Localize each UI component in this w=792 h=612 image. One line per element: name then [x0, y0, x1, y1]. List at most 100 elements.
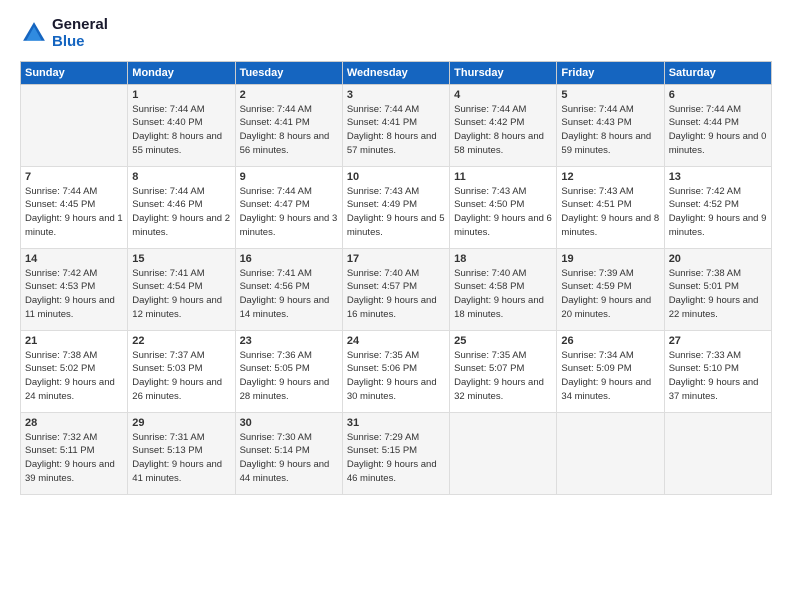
day-cell: 30 Sunrise: 7:30 AMSunset: 5:14 PMDayligh… [235, 412, 342, 494]
day-number: 12 [561, 171, 659, 183]
day-cell: 24Sunrise: 7:35 AMSunset: 5:06 PMDayligh… [342, 330, 449, 412]
day-cell: 14 Sunrise: 7:42 AMSunset: 4:53 PMDayligh… [21, 248, 128, 330]
day-number: 22 [132, 335, 230, 347]
col-header-monday: Monday [128, 61, 235, 84]
day-number: 2 [240, 89, 338, 101]
col-header-tuesday: Tuesday [235, 61, 342, 84]
day-info: Sunrise: 7:44 AMSunset: 4:43 PMDaylight:… [561, 103, 659, 158]
day-number: 29 [132, 417, 230, 429]
logo: General Blue [20, 16, 108, 51]
day-cell: 29 Sunrise: 7:31 AMSunset: 5:13 PMDayligh… [128, 412, 235, 494]
day-cell: 12 Sunrise: 7:43 AMSunset: 4:51 PMDayligh… [557, 166, 664, 248]
day-info: Sunrise: 7:40 AMSunset: 4:58 PMDaylight:… [454, 267, 552, 322]
day-number: 23 [240, 335, 338, 347]
day-info: Sunrise: 7:41 AMSunset: 4:54 PMDaylight:… [132, 267, 230, 322]
header-row: SundayMondayTuesdayWednesdayThursdayFrid… [21, 61, 772, 84]
week-row-3: 14 Sunrise: 7:42 AMSunset: 4:53 PMDayligh… [21, 248, 772, 330]
week-row-4: 21Sunrise: 7:38 AMSunset: 5:02 PMDayligh… [21, 330, 772, 412]
day-cell: 10Sunrise: 7:43 AMSunset: 4:49 PMDayligh… [342, 166, 449, 248]
day-cell: 26 Sunrise: 7:34 AMSunset: 5:09 PMDayligh… [557, 330, 664, 412]
day-cell: 8Sunrise: 7:44 AMSunset: 4:46 PMDaylight… [128, 166, 235, 248]
day-number: 26 [561, 335, 659, 347]
day-number: 11 [454, 171, 552, 183]
day-number: 30 [240, 417, 338, 429]
day-cell: 25Sunrise: 7:35 AMSunset: 5:07 PMDayligh… [450, 330, 557, 412]
col-header-wednesday: Wednesday [342, 61, 449, 84]
day-info: Sunrise: 7:36 AMSunset: 5:05 PMDaylight:… [240, 349, 338, 404]
week-row-1: 1 Sunrise: 7:44 AMSunset: 4:40 PMDaylight… [21, 84, 772, 166]
day-number: 3 [347, 89, 445, 101]
col-header-sunday: Sunday [21, 61, 128, 84]
logo-icon [20, 19, 48, 47]
header: General Blue [20, 16, 772, 51]
day-cell: 18 Sunrise: 7:40 AMSunset: 4:58 PMDayligh… [450, 248, 557, 330]
day-cell: 6Sunrise: 7:44 AMSunset: 4:44 PMDaylight… [664, 84, 771, 166]
day-cell: 2 Sunrise: 7:44 AMSunset: 4:41 PMDaylight… [235, 84, 342, 166]
day-info: Sunrise: 7:44 AMSunset: 4:42 PMDaylight:… [454, 103, 552, 158]
day-cell: 23 Sunrise: 7:36 AMSunset: 5:05 PMDayligh… [235, 330, 342, 412]
day-cell: 28 Sunrise: 7:32 AMSunset: 5:11 PMDayligh… [21, 412, 128, 494]
day-cell: 21Sunrise: 7:38 AMSunset: 5:02 PMDayligh… [21, 330, 128, 412]
day-number: 7 [25, 171, 123, 183]
day-number: 5 [561, 89, 659, 101]
calendar-table: SundayMondayTuesdayWednesdayThursdayFrid… [20, 61, 772, 495]
day-number: 1 [132, 89, 230, 101]
day-info: Sunrise: 7:29 AMSunset: 5:15 PMDaylight:… [347, 431, 445, 486]
day-cell: 11Sunrise: 7:43 AMSunset: 4:50 PMDayligh… [450, 166, 557, 248]
day-info: Sunrise: 7:32 AMSunset: 5:11 PMDaylight:… [25, 431, 123, 486]
day-cell [664, 412, 771, 494]
day-number: 14 [25, 253, 123, 265]
day-info: Sunrise: 7:30 AMSunset: 5:14 PMDaylight:… [240, 431, 338, 486]
day-number: 27 [669, 335, 767, 347]
day-number: 31 [347, 417, 445, 429]
day-info: Sunrise: 7:35 AMSunset: 5:06 PMDaylight:… [347, 349, 445, 404]
day-cell: 22 Sunrise: 7:37 AMSunset: 5:03 PMDayligh… [128, 330, 235, 412]
day-info: Sunrise: 7:44 AMSunset: 4:40 PMDaylight:… [132, 103, 230, 158]
day-info: Sunrise: 7:35 AMSunset: 5:07 PMDaylight:… [454, 349, 552, 404]
day-info: Sunrise: 7:44 AMSunset: 4:45 PMDaylight:… [25, 185, 123, 240]
day-info: Sunrise: 7:31 AMSunset: 5:13 PMDaylight:… [132, 431, 230, 486]
col-header-friday: Friday [557, 61, 664, 84]
day-info: Sunrise: 7:44 AMSunset: 4:41 PMDaylight:… [240, 103, 338, 158]
day-cell: 17 Sunrise: 7:40 AMSunset: 4:57 PMDayligh… [342, 248, 449, 330]
col-header-thursday: Thursday [450, 61, 557, 84]
day-number: 28 [25, 417, 123, 429]
day-number: 10 [347, 171, 445, 183]
day-number: 4 [454, 89, 552, 101]
day-number: 8 [132, 171, 230, 183]
day-info: Sunrise: 7:37 AMSunset: 5:03 PMDaylight:… [132, 349, 230, 404]
week-row-2: 7 Sunrise: 7:44 AMSunset: 4:45 PMDaylight… [21, 166, 772, 248]
day-cell: 7 Sunrise: 7:44 AMSunset: 4:45 PMDaylight… [21, 166, 128, 248]
day-cell: 31 Sunrise: 7:29 AMSunset: 5:15 PMDayligh… [342, 412, 449, 494]
day-info: Sunrise: 7:42 AMSunset: 4:53 PMDaylight:… [25, 267, 123, 322]
day-number: 21 [25, 335, 123, 347]
day-number: 17 [347, 253, 445, 265]
day-cell: 1 Sunrise: 7:44 AMSunset: 4:40 PMDaylight… [128, 84, 235, 166]
day-cell: 13Sunrise: 7:42 AMSunset: 4:52 PMDayligh… [664, 166, 771, 248]
week-row-5: 28 Sunrise: 7:32 AMSunset: 5:11 PMDayligh… [21, 412, 772, 494]
day-info: Sunrise: 7:39 AMSunset: 4:59 PMDaylight:… [561, 267, 659, 322]
day-info: Sunrise: 7:38 AMSunset: 5:01 PMDaylight:… [669, 267, 767, 322]
day-cell: 15 Sunrise: 7:41 AMSunset: 4:54 PMDayligh… [128, 248, 235, 330]
day-cell: 20Sunrise: 7:38 AMSunset: 5:01 PMDayligh… [664, 248, 771, 330]
day-info: Sunrise: 7:44 AMSunset: 4:41 PMDaylight:… [347, 103, 445, 158]
day-cell: 4 Sunrise: 7:44 AMSunset: 4:42 PMDaylight… [450, 84, 557, 166]
day-cell: 19 Sunrise: 7:39 AMSunset: 4:59 PMDayligh… [557, 248, 664, 330]
day-number: 15 [132, 253, 230, 265]
day-info: Sunrise: 7:43 AMSunset: 4:51 PMDaylight:… [561, 185, 659, 240]
day-cell [450, 412, 557, 494]
day-info: Sunrise: 7:40 AMSunset: 4:57 PMDaylight:… [347, 267, 445, 322]
day-number: 19 [561, 253, 659, 265]
day-cell [557, 412, 664, 494]
day-info: Sunrise: 7:34 AMSunset: 5:09 PMDaylight:… [561, 349, 659, 404]
day-cell: 9Sunrise: 7:44 AMSunset: 4:47 PMDaylight… [235, 166, 342, 248]
day-info: Sunrise: 7:42 AMSunset: 4:52 PMDaylight:… [669, 185, 767, 240]
day-cell: 16Sunrise: 7:41 AMSunset: 4:56 PMDayligh… [235, 248, 342, 330]
page: General Blue SundayMondayTuesdayWednesda… [0, 0, 792, 612]
day-number: 18 [454, 253, 552, 265]
day-info: Sunrise: 7:41 AMSunset: 4:56 PMDaylight:… [240, 267, 338, 322]
day-cell: 27Sunrise: 7:33 AMSunset: 5:10 PMDayligh… [664, 330, 771, 412]
day-cell: 3 Sunrise: 7:44 AMSunset: 4:41 PMDaylight… [342, 84, 449, 166]
day-info: Sunrise: 7:44 AMSunset: 4:47 PMDaylight:… [240, 185, 338, 240]
day-cell [21, 84, 128, 166]
